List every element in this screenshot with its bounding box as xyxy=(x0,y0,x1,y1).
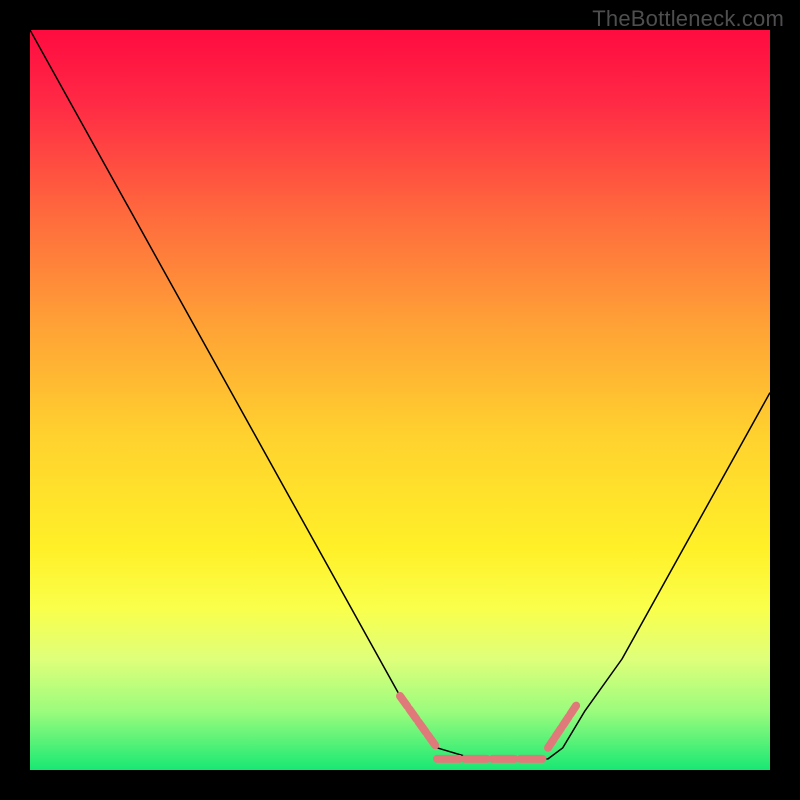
watermark: TheBottleneck.com xyxy=(592,6,784,32)
plot-area xyxy=(30,30,770,770)
chart-frame: TheBottleneck.com xyxy=(0,0,800,800)
gradient-background xyxy=(30,30,770,770)
